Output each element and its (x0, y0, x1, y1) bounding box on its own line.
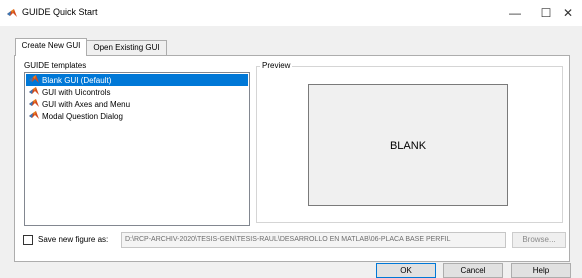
matlab-logo-icon (29, 86, 39, 96)
tab-open-existing-gui[interactable]: Open Existing GUI (86, 40, 167, 55)
matlab-logo-icon (29, 74, 39, 84)
save-figure-checkbox[interactable] (23, 235, 33, 245)
template-label: GUI with Uicontrols (42, 88, 111, 97)
help-button[interactable]: Help (511, 263, 571, 278)
template-item-gui-with-axes-and-menu[interactable]: GUI with Axes and Menu (26, 98, 248, 110)
template-label: Modal Question Dialog (42, 112, 123, 121)
matlab-logo-icon (29, 110, 39, 120)
window-title: GUIDE Quick Start (22, 7, 98, 17)
close-button[interactable]: ✕ (553, 2, 582, 24)
template-label: Blank GUI (Default) (42, 76, 112, 85)
template-item-blank-gui[interactable]: Blank GUI (Default) (26, 74, 248, 86)
save-figure-label: Save new figure as: (38, 235, 109, 244)
preview-text: BLANK (389, 140, 427, 152)
browse-button[interactable]: Browse... (512, 232, 566, 248)
matlab-logo-icon (29, 98, 39, 108)
cancel-button[interactable]: Cancel (443, 263, 503, 278)
template-label: GUI with Axes and Menu (42, 100, 131, 109)
template-item-modal-question-dialog[interactable]: Modal Question Dialog (26, 110, 248, 122)
preview-label: Preview (260, 61, 293, 71)
matlab-logo-icon (7, 8, 17, 18)
templates-label: GUIDE templates (24, 61, 87, 70)
minimize-button[interactable]: — (500, 2, 530, 24)
ok-button[interactable]: OK (376, 263, 436, 278)
save-path-field[interactable]: D:\RCP-ARCHIV-2020\TESIS-GEN\TESIS-RAUL\… (121, 232, 506, 248)
tab-create-new-gui[interactable]: Create New GUI (15, 38, 87, 56)
template-item-gui-with-uicontrols[interactable]: GUI with Uicontrols (26, 86, 248, 98)
